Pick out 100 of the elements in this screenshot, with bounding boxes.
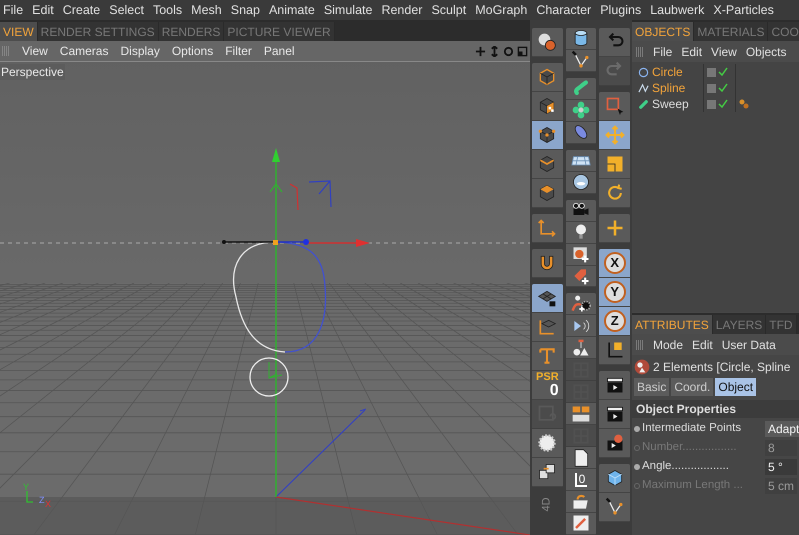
menu-item[interactable]: Edit — [681, 46, 702, 58]
psr-value: 0 — [550, 382, 560, 398]
tool-button[interactable] — [566, 337, 596, 360]
check-icon[interactable] — [718, 67, 728, 77]
tool-button[interactable] — [532, 150, 563, 179]
menu-item[interactable]: Animate — [268, 4, 315, 16]
rotate-view-icon[interactable] — [503, 46, 514, 56]
tool-button[interactable] — [599, 493, 630, 522]
tool-button[interactable] — [532, 429, 563, 458]
zoom-arrows-icon[interactable] — [489, 46, 500, 56]
menu-item[interactable]: Select — [109, 4, 144, 16]
menu-item[interactable]: Snap — [230, 4, 260, 16]
tool-button[interactable] — [532, 313, 563, 342]
maximize-view-icon[interactable] — [517, 46, 528, 56]
sky-sphere-icon — [571, 172, 591, 192]
object-name[interactable]: Circle — [652, 66, 683, 78]
check-icon[interactable] — [718, 83, 728, 93]
tool-button[interactable] — [566, 266, 596, 288]
menu-item[interactable]: Create — [62, 4, 100, 16]
tool-button[interactable] — [599, 150, 630, 179]
menu-item[interactable]: Mode — [653, 338, 684, 350]
tool-button[interactable]: Y — [599, 278, 630, 307]
menu-item[interactable]: User Data — [722, 338, 776, 350]
tool-button[interactable] — [532, 28, 563, 57]
tool-button[interactable] — [566, 293, 596, 316]
menu-item[interactable]: Filter — [225, 45, 252, 57]
tool-button[interactable]: Z — [599, 307, 630, 336]
axis-indicator-drawing: Y ZX — [23, 482, 52, 509]
tool-button[interactable]: X — [599, 249, 630, 278]
tool-button[interactable] — [566, 244, 596, 266]
tool-button[interactable] — [566, 100, 596, 122]
object-name[interactable]: Spline — [652, 82, 686, 94]
tool-button[interactable] — [566, 50, 596, 72]
object-name[interactable]: Sweep — [652, 98, 689, 110]
tool-button[interactable] — [532, 249, 563, 278]
menu-item[interactable]: Sculpt — [431, 4, 466, 16]
menu-item[interactable]: View — [711, 46, 737, 58]
scale-icon — [604, 154, 625, 174]
layer-square-icon — [707, 100, 716, 108]
axis-letter-icon: Y — [604, 281, 626, 303]
tool-button[interactable] — [566, 172, 596, 194]
menu-item[interactable]: Panel — [264, 45, 295, 57]
attribute-tab[interactable]: Coord. — [671, 378, 714, 396]
number-field[interactable]: 5 ° — [765, 458, 797, 474]
tag-dots-icon[interactable] — [739, 99, 749, 109]
menu-item[interactable]: MoGraph — [475, 4, 528, 16]
menu-item[interactable]: Render — [381, 4, 422, 16]
tool-button[interactable] — [532, 284, 563, 313]
tool-button[interactable] — [532, 121, 563, 150]
circle-icon — [638, 66, 649, 78]
check-icon[interactable] — [718, 99, 728, 109]
tool-button[interactable]: PSR 0 — [532, 371, 563, 400]
menu-item[interactable]: Tools — [152, 4, 182, 16]
brush-tag-icon — [571, 513, 591, 534]
menu-item[interactable]: Plugins — [600, 4, 642, 16]
menu-item[interactable]: X-Particles — [713, 4, 774, 16]
tool-button[interactable] — [532, 92, 563, 121]
psr-label: PSR — [536, 372, 559, 382]
panel-tab[interactable]: OBJECTS — [632, 22, 694, 41]
menu-item[interactable]: Cameras — [60, 45, 108, 57]
cube-icon — [537, 67, 558, 87]
attribute-tab[interactable]: Object — [715, 378, 756, 396]
tool-button[interactable] — [599, 400, 630, 429]
camera-label: Perspective — [0, 64, 65, 80]
tool-button[interactable] — [599, 371, 630, 400]
menu-item[interactable]: Laubwerk — [650, 4, 704, 16]
flower-icon — [571, 100, 591, 120]
tool-button[interactable] — [566, 315, 596, 338]
tool-button[interactable] — [599, 464, 630, 493]
tool-button[interactable] — [566, 513, 596, 535]
panel-tab[interactable]: ATTRIBUTES — [632, 315, 713, 334]
tool-button[interactable] — [599, 336, 630, 365]
move-view-icon[interactable] — [475, 46, 486, 56]
faded-grid-icon — [571, 360, 591, 380]
dropdown-field[interactable]: Adapt — [765, 420, 799, 436]
menu-item[interactable]: View — [22, 45, 48, 57]
menu-item[interactable]: Edit — [32, 4, 54, 16]
menu-item[interactable]: Edit — [692, 338, 713, 350]
tool-button[interactable] — [566, 491, 596, 514]
field-label: Angle.................. — [642, 460, 730, 472]
tool-button[interactable] — [566, 447, 596, 470]
menu-item[interactable]: Mesh — [191, 4, 222, 16]
menu-item[interactable]: File — [653, 46, 672, 58]
menu-item[interactable]: File — [3, 4, 24, 16]
tool-button[interactable] — [566, 403, 596, 426]
panel-tab[interactable]: VIEW — [0, 22, 38, 41]
menu-item[interactable]: Objects — [746, 46, 787, 58]
section-heading: Object Properties — [632, 400, 799, 418]
menu-item[interactable]: Simulate — [324, 4, 372, 16]
tool-button[interactable] — [566, 150, 596, 172]
layer-square-icon — [707, 84, 716, 92]
tool-button[interactable] — [532, 458, 563, 487]
attribute-tab[interactable]: Basic — [634, 378, 670, 396]
menu-item[interactable]: Display — [120, 45, 160, 57]
tool-button[interactable]: 0 — [566, 469, 596, 492]
tool-button[interactable] — [566, 28, 596, 50]
tool-button[interactable] — [566, 200, 596, 222]
menu-item[interactable]: Character — [536, 4, 592, 16]
tool-button[interactable] — [566, 222, 596, 244]
menu-item[interactable]: Options — [172, 45, 214, 57]
